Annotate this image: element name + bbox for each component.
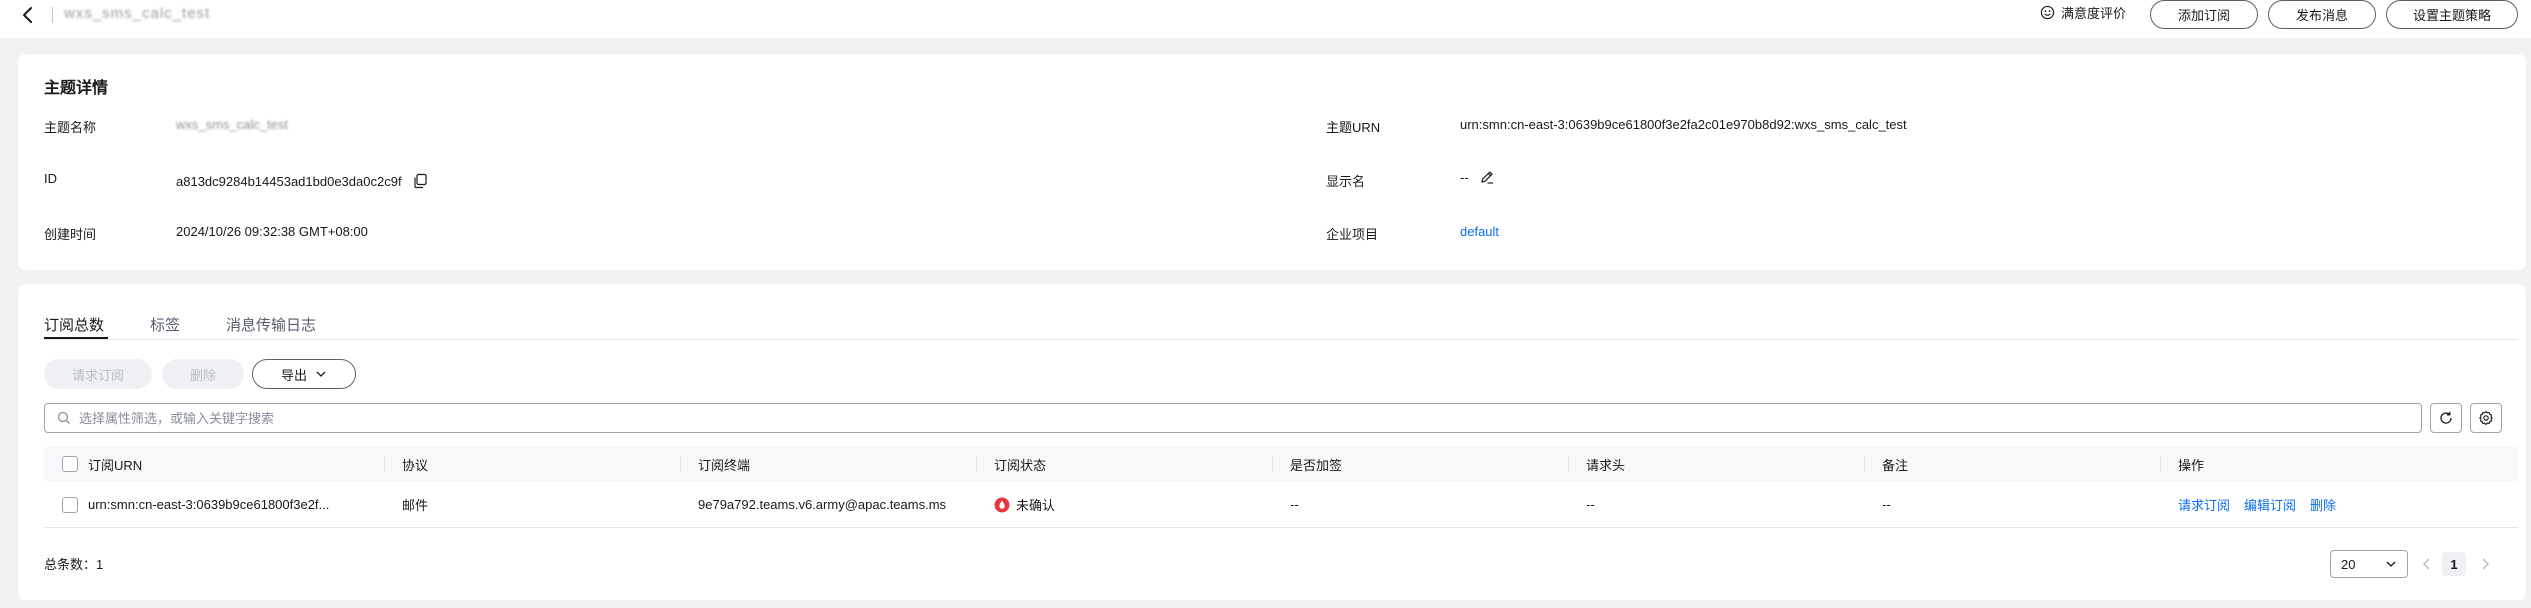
total-count-value: 1 (96, 557, 104, 572)
page-number-current[interactable]: 1 (2442, 552, 2466, 576)
column-separator (384, 456, 385, 472)
refresh-icon (2440, 411, 2452, 424)
settings-button[interactable] (2470, 403, 2502, 433)
add-subscription-button[interactable]: 添加订阅 (2150, 0, 2258, 29)
satisfaction-label: 满意度评价 (2061, 6, 2127, 21)
search-bar (44, 403, 2422, 433)
chevron-down-icon (2386, 561, 2396, 567)
column-header-request-headers: 请求头 (1586, 457, 1626, 473)
table-row: urn:smn:cn-east-3:0639b9ce61800f3e2f... … (44, 481, 2518, 528)
column-header-signed: 是否加签 (1290, 457, 1343, 473)
refresh-button[interactable] (2430, 403, 2462, 433)
export-dropdown[interactable]: 导出 (252, 359, 356, 389)
display-name-field: -- (1460, 169, 1495, 185)
page-header: wxs_sms_calc_test 满意度评价 添加订阅 发布消息 设置主题策略 (0, 0, 2531, 38)
column-separator (2160, 456, 2161, 472)
page-size-select[interactable]: 20 (2330, 550, 2408, 578)
next-page-icon[interactable] (2478, 556, 2492, 572)
column-separator (976, 456, 977, 472)
topic-urn-label: 主题URN (1326, 120, 1381, 135)
request-subscription-link[interactable]: 请求订阅 (2178, 495, 2230, 514)
enterprise-project-link[interactable]: default (1460, 224, 1499, 239)
row-select-cell (62, 481, 78, 528)
column-separator (1864, 456, 1865, 472)
unconfirmed-status-icon (994, 497, 1010, 512)
export-label: 导出 (280, 367, 307, 383)
column-separator (1568, 456, 1569, 472)
delete-subscription-link[interactable]: 删除 (2310, 495, 2336, 514)
cell-protocol: 邮件 (402, 498, 429, 513)
page-size-value: 20 (2341, 556, 2356, 572)
total-count: 总条数：1 (44, 554, 103, 573)
topic-name-label: 主题名称 (44, 120, 97, 135)
search-input[interactable] (79, 410, 2421, 426)
publish-message-button[interactable]: 发布消息 (2268, 0, 2376, 29)
select-all-checkbox[interactable] (62, 456, 78, 472)
table-header: 订阅URN 协议 订阅终端 订阅状态 是否加签 请求头 备注 操作 (44, 447, 2518, 481)
active-tab-indicator (44, 337, 108, 339)
cell-remark: -- (1882, 497, 1891, 512)
cell-actions: 请求订阅 编辑订阅 删除 (2178, 481, 2336, 528)
prev-page-icon[interactable] (2420, 556, 2434, 572)
search-icon (57, 411, 70, 424)
cell-endpoint: 9e79a792.teams.v6.army@apac.teams.ms (698, 497, 947, 512)
cell-status: 未确认 (994, 481, 1055, 528)
column-header-actions: 操作 (2178, 457, 2205, 473)
cell-signed: -- (1290, 497, 1299, 512)
column-header-status: 订阅状态 (994, 457, 1047, 473)
enterprise-project-label: 企业项目 (1326, 227, 1379, 242)
edit-pencil-icon[interactable] (1479, 169, 1495, 185)
total-count-label: 总条数： (44, 557, 97, 572)
back-arrow-icon[interactable] (18, 4, 38, 26)
created-time-label: 创建时间 (44, 227, 97, 242)
edit-subscription-link[interactable]: 编辑订阅 (2244, 495, 2296, 514)
column-separator (1272, 456, 1273, 472)
topic-urn-value: urn:smn:cn-east-3:0639b9ce61800f3e2fa2c0… (1460, 117, 1907, 132)
select-all-cell (62, 447, 78, 481)
id-value: a813dc9284b14453ad1bd0e3da0c2c9f (176, 173, 402, 189)
row-checkbox[interactable] (62, 496, 78, 513)
subscriptions-card: 订阅总数 标签 消息传输日志 请求订阅 删除 导出 订阅URN (18, 284, 2526, 600)
request-subscription-button[interactable]: 请求订阅 (44, 359, 152, 389)
section-title: 主题详情 (44, 80, 109, 97)
tab-message-logs[interactable]: 消息传输日志 (226, 314, 316, 335)
smiley-icon (2040, 5, 2055, 20)
satisfaction-rating-link[interactable]: 满意度评价 (2040, 3, 2126, 22)
copy-icon[interactable] (412, 173, 428, 189)
cell-request-headers: -- (1586, 497, 1595, 512)
chevron-down-icon (316, 371, 326, 377)
display-name-label: 显示名 (1326, 174, 1366, 189)
id-field: a813dc9284b14453ad1bd0e3da0c2c9f (176, 173, 428, 189)
column-header-protocol: 协议 (402, 457, 429, 473)
topic-detail-card: 主题详情 主题名称 wxs_sms_calc_test ID a813dc928… (18, 54, 2526, 270)
created-time-value: 2024/10/26 09:32:38 GMT+08:00 (176, 224, 368, 239)
tabs-divider (44, 339, 2518, 340)
topic-name-value: wxs_sms_calc_test (176, 117, 288, 132)
status-label: 未确认 (1016, 498, 1056, 513)
gear-icon (2479, 410, 2493, 426)
column-header-remark: 备注 (1882, 457, 1909, 473)
tab-tags[interactable]: 标签 (150, 314, 180, 335)
id-label: ID (44, 171, 57, 186)
display-name-value: -- (1460, 169, 1469, 185)
page-title: wxs_sms_calc_test (64, 5, 211, 22)
title-divider (52, 7, 53, 23)
cell-urn: urn:smn:cn-east-3:0639b9ce61800f3e2f... (88, 497, 330, 512)
set-topic-policy-button[interactable]: 设置主题策略 (2386, 0, 2518, 29)
delete-button[interactable]: 删除 (162, 359, 244, 389)
column-header-endpoint: 订阅终端 (698, 457, 751, 473)
column-header-urn: 订阅URN (88, 457, 143, 473)
column-separator (680, 456, 681, 472)
tab-subscriptions[interactable]: 订阅总数 (44, 314, 104, 335)
